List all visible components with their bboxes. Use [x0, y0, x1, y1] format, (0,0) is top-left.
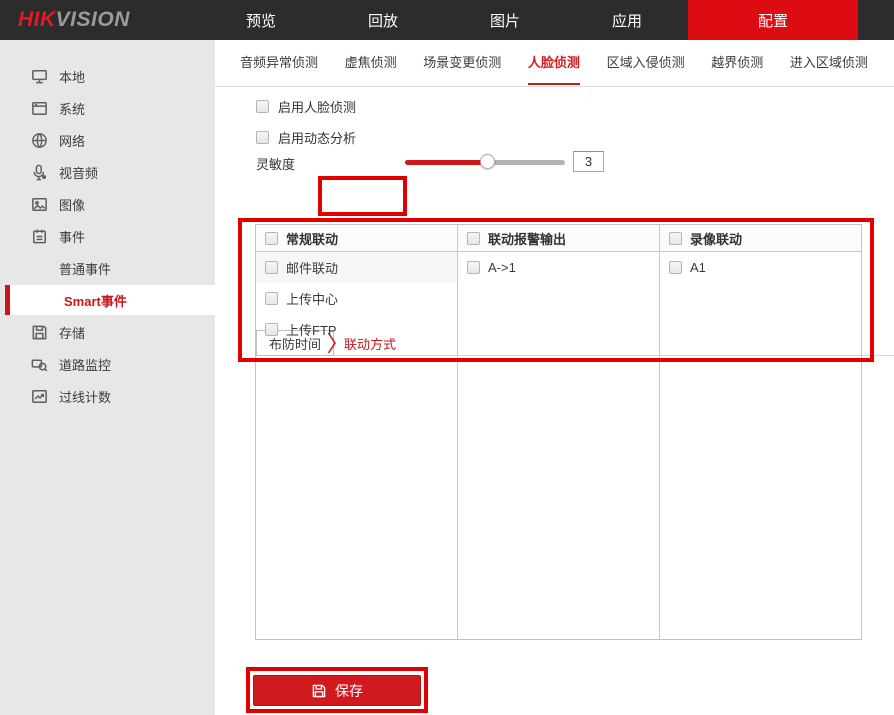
column-header-label: 联动报警输出 — [488, 229, 566, 248]
enable-face-detection-label: 启用人脸侦测 — [278, 97, 356, 116]
sidebar-item-storage[interactable]: 存储 — [0, 316, 215, 348]
event-icon — [30, 227, 49, 246]
counting-icon — [30, 387, 49, 406]
sidebar-item-label: 普通事件 — [59, 259, 111, 278]
tab-scene-change[interactable]: 场景变更侦测 — [423, 40, 501, 85]
sidebar-item-image[interactable]: 图像 — [0, 188, 215, 220]
alarm-output-column: 联动报警输出 A->1 — [457, 225, 659, 639]
slider-fill — [405, 160, 488, 165]
sensitivity-label: 灵敏度 — [256, 154, 295, 173]
tab-face-detection[interactable]: 人脸侦测 — [528, 40, 580, 85]
main-content: 音频异常侦测 虚焦侦测 场景变更侦测 人脸侦测 区域入侵侦测 越界侦测 进入区域… — [215, 40, 894, 715]
recording-linkage-column: 录像联动 A1 — [659, 225, 861, 639]
column-header: 联动报警输出 — [458, 225, 659, 252]
row-label: 邮件联动 — [286, 258, 338, 277]
save-disk-icon — [311, 683, 327, 699]
save-button-label: 保存 — [335, 681, 363, 701]
upload-ftp-checkbox[interactable] — [265, 323, 278, 336]
normal-linkage-checkbox[interactable] — [265, 232, 278, 245]
subtab-strip: 布防时间 联动方式 — [215, 185, 894, 211]
sidebar-item-smart-event[interactable]: Smart事件 — [5, 285, 215, 315]
column-header-label: 常规联动 — [286, 229, 338, 248]
sidebar-item-label: 本地 — [59, 67, 85, 86]
sidebar-item-label: 存储 — [59, 323, 85, 342]
sidebar: 本地 系统 网络 视音频 图像 事件 普通事件 Smart事件 — [0, 40, 215, 715]
tab-line-crossing[interactable]: 越界侦测 — [711, 40, 763, 85]
sidebar-item-audio-video[interactable]: 视音频 — [0, 156, 215, 188]
save-button[interactable]: 保存 — [253, 675, 421, 706]
table-row-notify-center: 上传中心 — [256, 283, 457, 314]
table-row-record-a1: A1 — [660, 252, 861, 283]
row-label: A1 — [690, 260, 706, 275]
table-row-alarm-a1: A->1 — [458, 252, 659, 283]
nav-playback[interactable]: 回放 — [322, 0, 444, 40]
hikvision-config-page: HIKVISION 预览 回放 图片 应用 配置 本地 系统 网络 视音频 — [0, 0, 894, 715]
column-header: 常规联动 — [256, 225, 457, 252]
tab-defocus[interactable]: 虚焦侦测 — [345, 40, 397, 85]
sensitivity-row: 灵敏度 — [215, 150, 894, 174]
tab-audio-exception[interactable]: 音频异常侦测 — [240, 40, 318, 85]
top-nav: 预览 回放 图片 应用 配置 — [200, 0, 858, 40]
column-header: 录像联动 — [660, 225, 861, 252]
enable-dynamic-analysis-label: 启用动态分析 — [278, 128, 356, 147]
alarm-output-checkbox[interactable] — [467, 232, 480, 245]
table-row-send-email: 邮件联动 — [256, 252, 457, 283]
send-email-checkbox[interactable] — [265, 261, 278, 274]
sidebar-item-label: 网络 — [59, 131, 85, 150]
monitor-icon — [30, 67, 49, 86]
sidebar-item-label: 过线计数 — [59, 387, 111, 406]
enable-dynamic-analysis-row: 启用动态分析 — [256, 128, 356, 147]
sidebar-item-label: 事件 — [59, 227, 85, 246]
road-traffic-icon — [30, 355, 49, 374]
table-row-upload-ftp: 上传FTP — [256, 314, 457, 345]
row-label: 上传中心 — [286, 289, 338, 308]
record-a1-checkbox[interactable] — [669, 261, 682, 274]
top-bar: HIKVISION 预览 回放 图片 应用 配置 — [0, 0, 894, 40]
sidebar-item-basic-event[interactable]: 普通事件 — [0, 252, 215, 284]
nav-picture[interactable]: 图片 — [444, 0, 566, 40]
tab-intrusion[interactable]: 区域入侵侦测 — [607, 40, 685, 85]
alarm-a1-checkbox[interactable] — [467, 261, 480, 274]
audio-video-icon — [30, 163, 49, 182]
row-label: 上传FTP — [286, 320, 337, 339]
sidebar-item-network[interactable]: 网络 — [0, 124, 215, 156]
sidebar-item-counting[interactable]: 过线计数 — [0, 380, 215, 412]
storage-icon — [30, 323, 49, 342]
network-icon — [30, 131, 49, 150]
slider-thumb[interactable] — [480, 154, 495, 169]
system-icon — [30, 99, 49, 118]
enable-face-detection-row: 启用人脸侦测 — [256, 97, 356, 116]
enable-face-detection-checkbox[interactable] — [256, 100, 269, 113]
nav-configuration[interactable]: 配置 — [688, 0, 858, 40]
recording-linkage-checkbox[interactable] — [669, 232, 682, 245]
nav-preview[interactable]: 预览 — [200, 0, 322, 40]
sidebar-item-label: Smart事件 — [64, 291, 127, 310]
detection-tabs: 音频异常侦测 虚焦侦测 场景变更侦测 人脸侦测 区域入侵侦测 越界侦测 进入区域… — [215, 40, 894, 87]
sidebar-item-label: 视音频 — [59, 163, 98, 182]
image-icon — [30, 195, 49, 214]
sensitivity-slider[interactable] — [405, 150, 565, 174]
enable-dynamic-analysis-checkbox[interactable] — [256, 131, 269, 144]
tab-region-entrance[interactable]: 进入区域侦测 — [790, 40, 868, 85]
hikvision-logo: HIKVISION — [0, 0, 200, 40]
sidebar-item-label: 道路监控 — [59, 355, 111, 374]
logo-hik: HIK — [18, 8, 56, 32]
sidebar-item-road-traffic[interactable]: 道路监控 — [0, 348, 215, 380]
normal-linkage-column: 常规联动 邮件联动 上传中心 上传FTP — [256, 225, 457, 639]
column-header-label: 录像联动 — [690, 229, 742, 248]
logo-vision: VISION — [56, 8, 130, 32]
sidebar-item-event[interactable]: 事件 — [0, 220, 215, 252]
sidebar-item-label: 图像 — [59, 195, 85, 214]
linkage-table: 常规联动 邮件联动 上传中心 上传FTP 联动报警输出 — [255, 224, 862, 640]
notify-center-checkbox[interactable] — [265, 292, 278, 305]
sensitivity-input[interactable] — [573, 151, 604, 172]
row-label: A->1 — [488, 260, 516, 275]
nav-application[interactable]: 应用 — [566, 0, 688, 40]
sidebar-item-system[interactable]: 系统 — [0, 92, 215, 124]
sidebar-item-label: 系统 — [59, 99, 85, 118]
sidebar-item-local[interactable]: 本地 — [0, 60, 215, 92]
